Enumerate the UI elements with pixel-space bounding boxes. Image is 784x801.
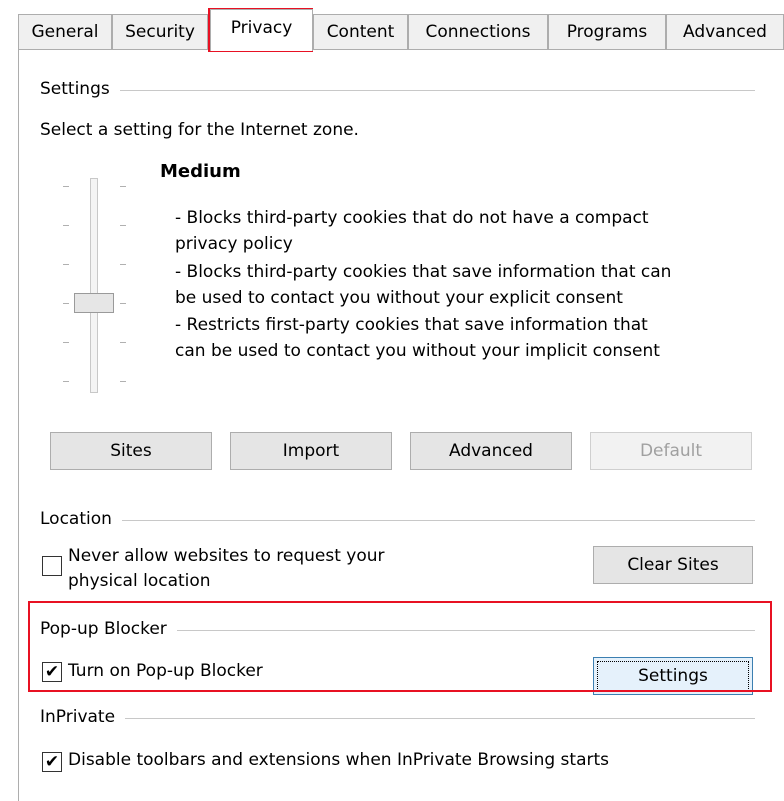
slider-tick <box>63 342 69 343</box>
disable-toolbars-label: Disable toolbars and extensions when InP… <box>68 750 609 770</box>
slider-tick <box>120 381 126 382</box>
slider-track[interactable] <box>90 178 98 393</box>
tab-security[interactable]: Security <box>112 14 208 50</box>
never-allow-location-label: physical location <box>68 571 211 591</box>
sites-button[interactable]: Sites <box>50 432 212 470</box>
popup-blocker-checkbox[interactable]: ✔ <box>42 662 62 682</box>
tab-connections[interactable]: Connections <box>408 14 548 50</box>
location-group-divider <box>40 520 755 521</box>
zone-prompt: Select a setting for the Internet zone. <box>40 120 359 140</box>
slider-tick <box>63 186 69 187</box>
inprivate-group-title: InPrivate <box>40 707 126 727</box>
never-allow-location-label: Never allow websites to request your <box>68 546 385 566</box>
tab-content[interactable]: Content <box>313 14 408 50</box>
slider-thumb[interactable] <box>74 293 114 313</box>
slider-tick <box>63 264 69 265</box>
tab-general[interactable]: General <box>18 14 112 50</box>
settings-group-divider <box>40 90 755 91</box>
inprivate-group-divider <box>40 718 755 719</box>
popup-blocker-label: Turn on Pop-up Blocker <box>68 661 263 681</box>
slider-tick <box>120 303 126 304</box>
level-description-line: privacy policy <box>175 234 293 254</box>
never-allow-location-checkbox[interactable] <box>42 556 62 576</box>
slider-tick <box>120 342 126 343</box>
settings-group-title: Settings <box>40 79 120 99</box>
popup-group-title: Pop-up Blocker <box>40 619 177 639</box>
advanced-privacy-button[interactable]: Advanced <box>410 432 572 470</box>
default-button[interactable]: Default <box>590 432 752 470</box>
slider-tick <box>120 225 126 226</box>
slider-tick <box>120 264 126 265</box>
level-description-line: can be used to contact you without your … <box>175 341 660 361</box>
level-description-line: be used to contact you without your expl… <box>175 288 623 308</box>
slider-tick <box>120 186 126 187</box>
level-description-line: - Blocks third-party cookies that save i… <box>175 262 672 282</box>
import-button[interactable]: Import <box>230 432 392 470</box>
slider-tick <box>63 381 69 382</box>
disable-toolbars-checkbox[interactable]: ✔ <box>42 752 62 772</box>
slider-tick <box>63 303 69 304</box>
privacy-level-name: Medium <box>160 161 241 182</box>
tab-privacy[interactable]: Privacy <box>210 9 313 51</box>
level-description-line: - Blocks third-party cookies that do not… <box>175 208 649 228</box>
tab-advanced[interactable]: Advanced <box>666 14 784 50</box>
location-group-title: Location <box>40 509 122 529</box>
clear-sites-button[interactable]: Clear Sites <box>593 546 753 584</box>
slider-tick <box>63 225 69 226</box>
level-description-line: - Restricts first-party cookies that sav… <box>175 315 648 335</box>
tab-programs[interactable]: Programs <box>548 14 666 50</box>
popup-settings-button[interactable]: Settings <box>593 657 753 695</box>
focus-ring <box>597 661 749 691</box>
